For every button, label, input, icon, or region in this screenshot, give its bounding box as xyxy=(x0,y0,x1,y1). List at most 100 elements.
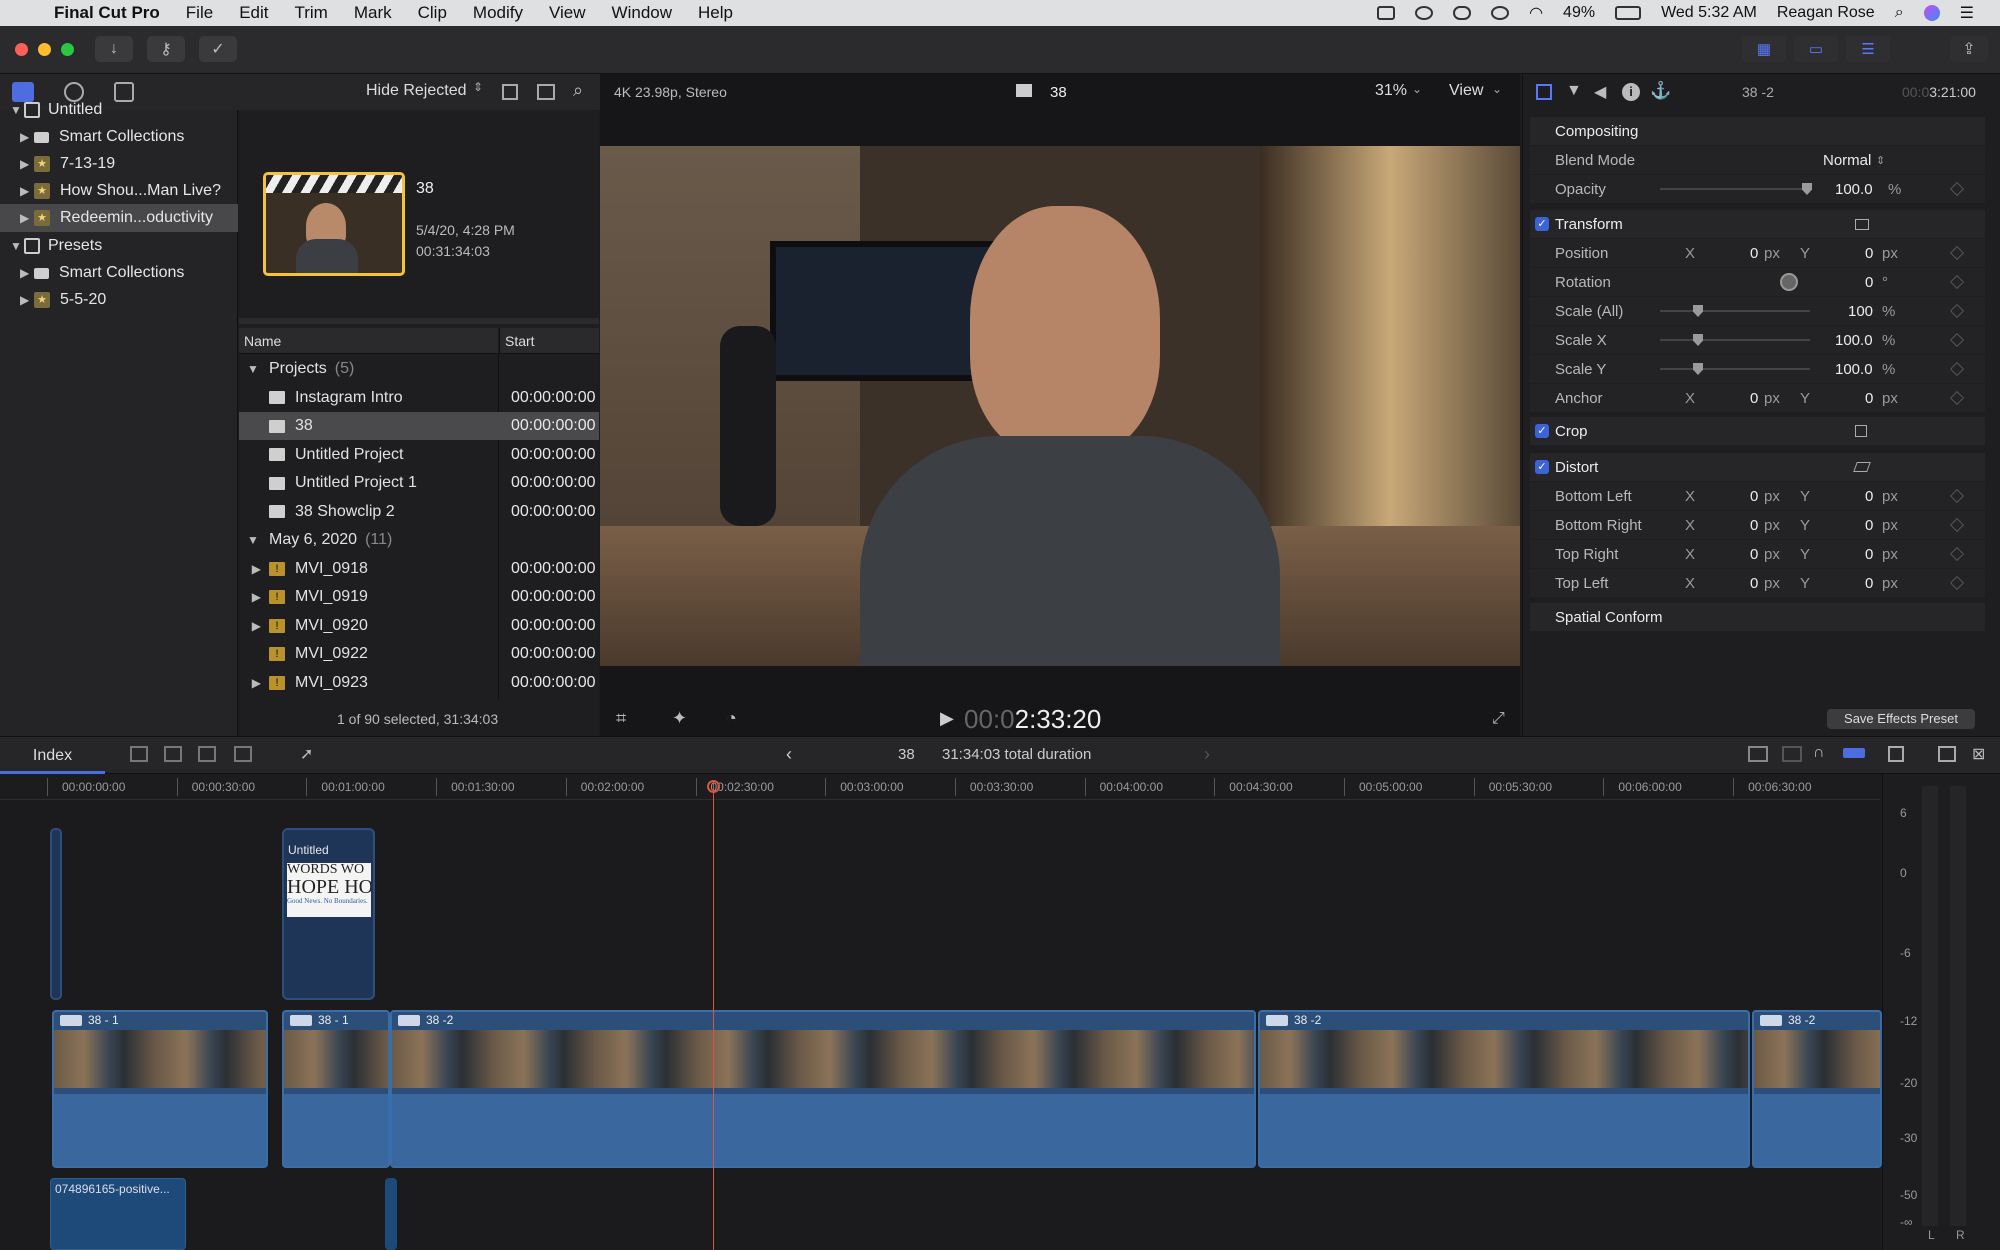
snapping-icon[interactable] xyxy=(1843,748,1865,758)
cloud-icon[interactable] xyxy=(1453,6,1472,20)
disclosure-open-icon[interactable]: ▼ xyxy=(247,533,261,547)
battery-percent[interactable]: 49% xyxy=(1563,4,1595,22)
disclosure-open-icon[interactable]: ▼ xyxy=(10,239,24,253)
disclosure-closed-icon[interactable]: ▶ xyxy=(239,562,269,576)
keyframe-icon[interactable] xyxy=(1949,181,1965,197)
scale-all-slider[interactable] xyxy=(1660,305,1810,317)
browser-row[interactable]: ! MVI_0922 00:00:00:00 xyxy=(239,640,599,668)
disclosure-closed-icon[interactable]: ▶ xyxy=(239,619,269,633)
keyframe-icon[interactable] xyxy=(1949,274,1965,290)
blend-mode-select[interactable]: Normal xyxy=(1823,152,1871,169)
column-header-start[interactable]: Start xyxy=(499,328,599,354)
scale-y-value[interactable]: 100.0 xyxy=(1835,361,1873,378)
opacity-slider-knob[interactable] xyxy=(1802,183,1812,195)
keywords-button[interactable]: ⚷ xyxy=(147,36,185,62)
timeline-ruler[interactable] xyxy=(0,774,1880,800)
keyframe-icon[interactable] xyxy=(1949,575,1965,591)
transform-onscreen-icon[interactable] xyxy=(1855,218,1869,230)
keyframe-icon[interactable] xyxy=(1949,245,1965,261)
browser-row[interactable]: ▶! MVI_0919 00:00:00:00 xyxy=(239,583,599,611)
zoom-dropdown[interactable]: 31% xyxy=(1375,82,1407,100)
select-tool-icon[interactable]: ➚ xyxy=(300,744,313,764)
append-clip-icon[interactable] xyxy=(198,746,216,762)
info-inspector-icon[interactable]: i xyxy=(1622,83,1640,101)
browser-row[interactable]: ▶! MVI_0918 00:00:00:00 xyxy=(239,555,599,583)
browser-row[interactable]: ▶! MVI_0920 00:00:00:00 xyxy=(239,612,599,640)
crop-onscreen-icon[interactable] xyxy=(1855,425,1867,437)
audio-skimming-icon[interactable] xyxy=(1782,746,1802,762)
overwrite-clip-icon[interactable] xyxy=(234,746,252,762)
browser-group-header[interactable]: ▼ Projects (5) xyxy=(239,355,599,383)
zoom-window-button[interactable] xyxy=(61,43,74,56)
view-dropdown[interactable]: View xyxy=(1449,82,1483,100)
time-machine-icon[interactable] xyxy=(1491,6,1510,20)
spatial-conform-section[interactable]: Spatial Conform xyxy=(1530,603,1985,631)
library-item[interactable]: ▼ Untitled xyxy=(0,96,238,124)
disclosure-closed-icon[interactable]: ▶ xyxy=(20,266,34,280)
disclosure-open-icon[interactable]: ▼ xyxy=(10,103,24,117)
library-item[interactable]: ▶ Smart Collections xyxy=(0,259,238,287)
browser-divider[interactable] xyxy=(239,318,599,324)
keyframe-icon[interactable] xyxy=(1949,390,1965,406)
title-clip[interactable]: Untitled WORDS WO HOPE HO Good News. No … xyxy=(282,828,375,1000)
menu-window[interactable]: Window xyxy=(612,3,672,23)
user-name[interactable]: Reagan Rose xyxy=(1777,4,1875,22)
disclosure-closed-icon[interactable]: ▶ xyxy=(20,293,34,307)
show-timeline-button[interactable]: ▭ xyxy=(1794,36,1838,62)
browser-row[interactable]: Untitled Project 00:00:00:00 xyxy=(239,441,599,469)
menu-view[interactable]: View xyxy=(549,3,586,23)
playhead[interactable] xyxy=(713,782,714,1250)
import-button[interactable]: ↓ xyxy=(95,36,133,62)
distort-x-value[interactable]: 0 xyxy=(1750,575,1758,592)
scale-x-value[interactable]: 100.0 xyxy=(1835,332,1873,349)
disclosure-closed-icon[interactable]: ▶ xyxy=(20,130,34,144)
close-window-button[interactable] xyxy=(15,43,28,56)
wifi-icon[interactable]: ◠ xyxy=(1529,3,1543,23)
distort-y-value[interactable]: 0 xyxy=(1865,546,1873,563)
show-browser-button[interactable]: ▦ xyxy=(1742,36,1786,62)
scale-all-value[interactable]: 100 xyxy=(1848,303,1873,320)
keyframe-icon[interactable] xyxy=(1949,332,1965,348)
playhead-head[interactable] xyxy=(707,780,720,793)
menu-mark[interactable]: Mark xyxy=(354,3,392,23)
anchor-y-value[interactable]: 0 xyxy=(1865,390,1873,407)
library-item[interactable]: ▼ Presets xyxy=(0,232,238,260)
disclosure-closed-icon[interactable]: ▶ xyxy=(20,184,34,198)
compositing-section[interactable]: Compositing xyxy=(1530,117,1985,145)
timeline-clip[interactable]: 38 - 1 xyxy=(282,1010,390,1168)
clip-appearance-icon[interactable] xyxy=(1888,746,1904,762)
menu-clip[interactable]: Clip xyxy=(418,3,447,23)
save-effects-preset-button[interactable]: Save Effects Preset xyxy=(1827,709,1975,729)
timeline-clip[interactable]: 38 - 1 xyxy=(52,1010,268,1168)
browser-row[interactable]: Instagram Intro 00:00:00:00 xyxy=(239,384,599,412)
menubar-clock[interactable]: Wed 5:32 AM xyxy=(1661,4,1757,22)
index-button[interactable]: Index xyxy=(0,742,105,770)
dropbox-icon[interactable] xyxy=(1415,6,1434,20)
distort-y-value[interactable]: 0 xyxy=(1865,575,1873,592)
position-x-value[interactable]: 0 xyxy=(1750,245,1758,262)
notification-center-icon[interactable]: ☰ xyxy=(1960,3,1974,23)
distort-section[interactable]: ✓ Distort xyxy=(1530,453,1985,481)
menu-file[interactable]: File xyxy=(186,3,213,23)
enhance-icon[interactable]: ✦ xyxy=(672,708,687,729)
distort-y-value[interactable]: 0 xyxy=(1865,517,1873,534)
scale-x-slider[interactable] xyxy=(1660,334,1810,346)
scale-y-knob[interactable] xyxy=(1693,363,1703,375)
crop-checkbox[interactable]: ✓ xyxy=(1535,424,1549,438)
distort-x-value[interactable]: 0 xyxy=(1750,488,1758,505)
keyframe-icon[interactable] xyxy=(1949,303,1965,319)
opacity-slider[interactable] xyxy=(1660,183,1812,195)
connect-clip-icon[interactable] xyxy=(130,746,148,762)
keyframe-icon[interactable] xyxy=(1949,546,1965,562)
distort-x-value[interactable]: 0 xyxy=(1750,546,1758,563)
disclosure-closed-icon[interactable]: ▶ xyxy=(20,157,34,171)
keyframe-icon[interactable] xyxy=(1949,361,1965,377)
crop-tool-icon[interactable]: ⌗ xyxy=(616,708,626,729)
minimize-window-button[interactable] xyxy=(38,43,51,56)
effects-browser-icon[interactable]: ⊠ xyxy=(1972,744,1985,764)
spotlight-icon[interactable]: ⌕ xyxy=(1895,4,1904,22)
connected-clip-edge[interactable] xyxy=(50,828,62,1000)
opacity-value[interactable]: 100.0 xyxy=(1835,181,1873,198)
distort-y-value[interactable]: 0 xyxy=(1865,488,1873,505)
library-item[interactable]: ▶ ★ Redeemin...oductivity xyxy=(0,204,238,232)
